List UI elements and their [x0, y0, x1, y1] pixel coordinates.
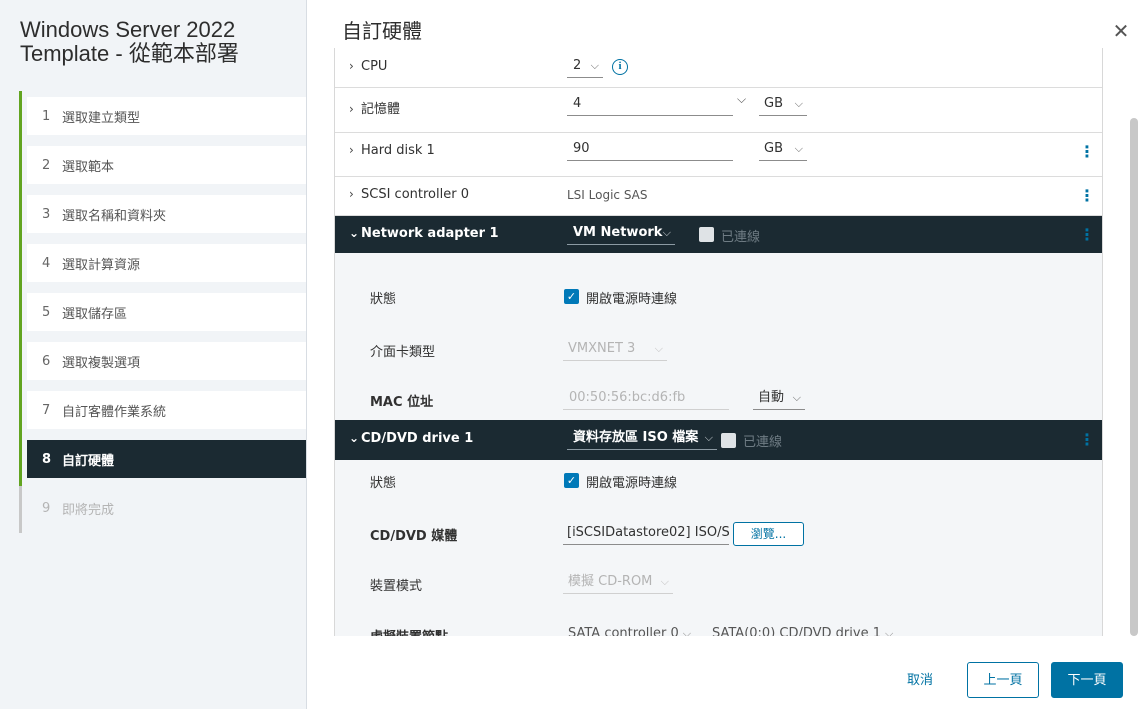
chevron-down-icon: ⌄	[349, 431, 360, 445]
scrollbar[interactable]	[1130, 118, 1138, 636]
cdrom-details: 狀態 ✓ 開啟電源時連線 CD/DVD 媒體 [iSCSIDatastore02…	[335, 460, 1102, 636]
close-icon[interactable]: ✕	[1111, 21, 1131, 41]
cdrom-header: ⌄ CD/DVD drive 1 資料存放區 ISO 檔案 ⌵ 已連線 ⋮	[335, 420, 1102, 460]
network-select[interactable]: VM Network ⌵	[567, 223, 675, 245]
chevron-down-icon: ⌄	[349, 226, 360, 240]
hard-disk-label[interactable]: › Hard disk 1	[349, 143, 435, 158]
cdrom-source-select[interactable]: 資料存放區 ISO 檔案 ⌵	[567, 428, 717, 450]
info-icon[interactable]: i	[612, 59, 628, 75]
cpu-label[interactable]: › CPU	[349, 59, 387, 74]
step-9: 9 即將完成	[42, 500, 115, 518]
kebab-menu-icon[interactable]: ⋮	[1079, 432, 1095, 448]
chevron-down-icon: ⌵	[660, 575, 669, 588]
progress-bar	[19, 91, 22, 533]
step-6[interactable]: 6 選取複製選項	[27, 342, 306, 380]
device-mode-select: 模擬 CD-ROM ⌵	[563, 572, 673, 594]
step-2[interactable]: 2 選取範本	[27, 146, 306, 184]
progress-bar-pending	[19, 486, 22, 533]
memory-input[interactable]: 4	[567, 94, 733, 116]
mac-mode-select[interactable]: 自動 ⌵	[753, 388, 805, 410]
chevron-down-icon: ⌵	[792, 391, 801, 404]
network-adapter-details: 狀態 ✓ 開啟電源時連線 介面卡類型 VMXNET 3 ⌵ MAC 位址 00:5…	[335, 253, 1102, 420]
node-controller-select[interactable]: SATA controller 0 ⌵	[568, 626, 691, 636]
connected-checkbox	[721, 433, 736, 448]
cdrom-label[interactable]: ⌄ CD/DVD drive 1	[349, 431, 473, 446]
chevron-down-icon: ⌵	[682, 627, 692, 636]
hard-disk-unit-select[interactable]: GB ⌵	[759, 139, 807, 161]
memory-unit-select[interactable]: GB ⌵	[759, 94, 807, 116]
scsi-label[interactable]: › SCSI controller 0	[349, 187, 469, 202]
mac-address-input: 00:50:56:bc:d6:fb	[563, 388, 729, 410]
connected-label: 已連線	[743, 435, 783, 450]
power-on-connect-checkbox[interactable]: ✓	[564, 473, 579, 488]
chevron-down-icon: ⌵	[885, 627, 894, 636]
chevron-down-icon: ⌵	[590, 59, 599, 72]
chevron-down-icon: ⌵	[794, 142, 803, 155]
connected-label: 已連線	[721, 230, 761, 245]
chevron-down-icon: ⌵	[662, 226, 671, 239]
status-label: 狀態	[370, 292, 397, 307]
node-device-select[interactable]: SATA(0:0) CD/DVD drive 1 ⌵	[712, 626, 893, 636]
step-8[interactable]: 8 自訂硬體	[27, 440, 306, 478]
cpu-select[interactable]: 2 ⌵	[567, 56, 603, 78]
mac-address-label: MAC 位址	[370, 395, 434, 410]
connected-checkbox	[699, 227, 714, 242]
chevron-right-icon: ›	[349, 102, 354, 116]
chevron-down-icon: ⌵	[654, 342, 663, 355]
hard-disk-row: › Hard disk 1 90 GB ⌵ ⋮	[335, 133, 1102, 177]
virtual-device-node-label: 虛擬裝置節點	[370, 626, 448, 636]
cpu-row: › CPU 2 ⌵ i	[335, 48, 1102, 88]
step-5[interactable]: 5 選取儲存區	[27, 293, 306, 331]
network-adapter-label[interactable]: ⌄ Network adapter 1	[349, 226, 499, 241]
power-on-connect-label: 開啟電源時連線	[586, 476, 678, 491]
kebab-menu-icon[interactable]: ⋮	[1079, 227, 1095, 243]
previous-button[interactable]: 上一頁	[967, 662, 1039, 698]
hardware-panel: › CPU 2 ⌵ i › 記憶體 4 ⌵ GB ⌵ › Hard disk 1 90 G…	[334, 48, 1103, 636]
adapter-type-label: 介面卡類型	[370, 345, 436, 360]
adapter-type-select: VMXNET 3 ⌵	[563, 339, 667, 361]
chevron-down-icon: ⌵	[704, 431, 713, 444]
chevron-right-icon: ›	[349, 187, 354, 201]
step-4[interactable]: 4 選取計算資源	[27, 244, 306, 282]
chevron-down-icon: ⌵	[794, 97, 803, 110]
power-on-connect-checkbox[interactable]: ✓	[564, 289, 579, 304]
cdrom-media-label: CD/DVD 媒體	[370, 529, 458, 544]
browse-button[interactable]: 瀏覽...	[733, 522, 804, 546]
kebab-menu-icon[interactable]: ⋮	[1079, 188, 1095, 204]
power-on-connect-label: 開啟電源時連線	[586, 292, 678, 307]
kebab-menu-icon[interactable]: ⋮	[1079, 144, 1095, 160]
next-button[interactable]: 下一頁	[1051, 662, 1123, 698]
wizard-steps: 1 選取建立類型 2 選取範本 3 選取名稱和資料夾 4 選取計算資源 5 選取儲存區 6…	[19, 91, 307, 533]
step-3[interactable]: 3 選取名稱和資料夾	[27, 195, 306, 233]
step-7[interactable]: 7 自訂客體作業系統	[27, 391, 306, 429]
hard-disk-input[interactable]: 90	[567, 139, 733, 161]
chevron-right-icon: ›	[349, 143, 354, 157]
cdrom-media-input[interactable]: [iSCSIDatastore02] ISO/S	[563, 523, 729, 545]
scsi-row: › SCSI controller 0 LSI Logic SAS ⋮	[335, 177, 1102, 216]
device-mode-label: 裝置模式	[370, 579, 423, 594]
chevron-right-icon: ›	[349, 59, 354, 73]
chevron-down-icon[interactable]: ⌵	[737, 92, 746, 107]
scsi-value: LSI Logic SAS	[567, 188, 648, 202]
wizard-title: Windows Server 2022 Template - 從範本部署	[20, 17, 239, 66]
cancel-button[interactable]: 取消	[890, 662, 950, 698]
step-1[interactable]: 1 選取建立類型	[27, 97, 306, 135]
status-label: 狀態	[370, 476, 397, 491]
wizard-sidebar: Windows Server 2022 Template - 從範本部署 1 選取…	[0, 0, 307, 709]
page-title: 自訂硬體	[342, 19, 422, 43]
network-adapter-header: ⌄ Network adapter 1 VM Network ⌵ 已連線 ⋮	[335, 216, 1102, 253]
memory-label[interactable]: › 記憶體	[349, 98, 400, 117]
memory-row: › 記憶體 4 ⌵ GB ⌵	[335, 88, 1102, 133]
